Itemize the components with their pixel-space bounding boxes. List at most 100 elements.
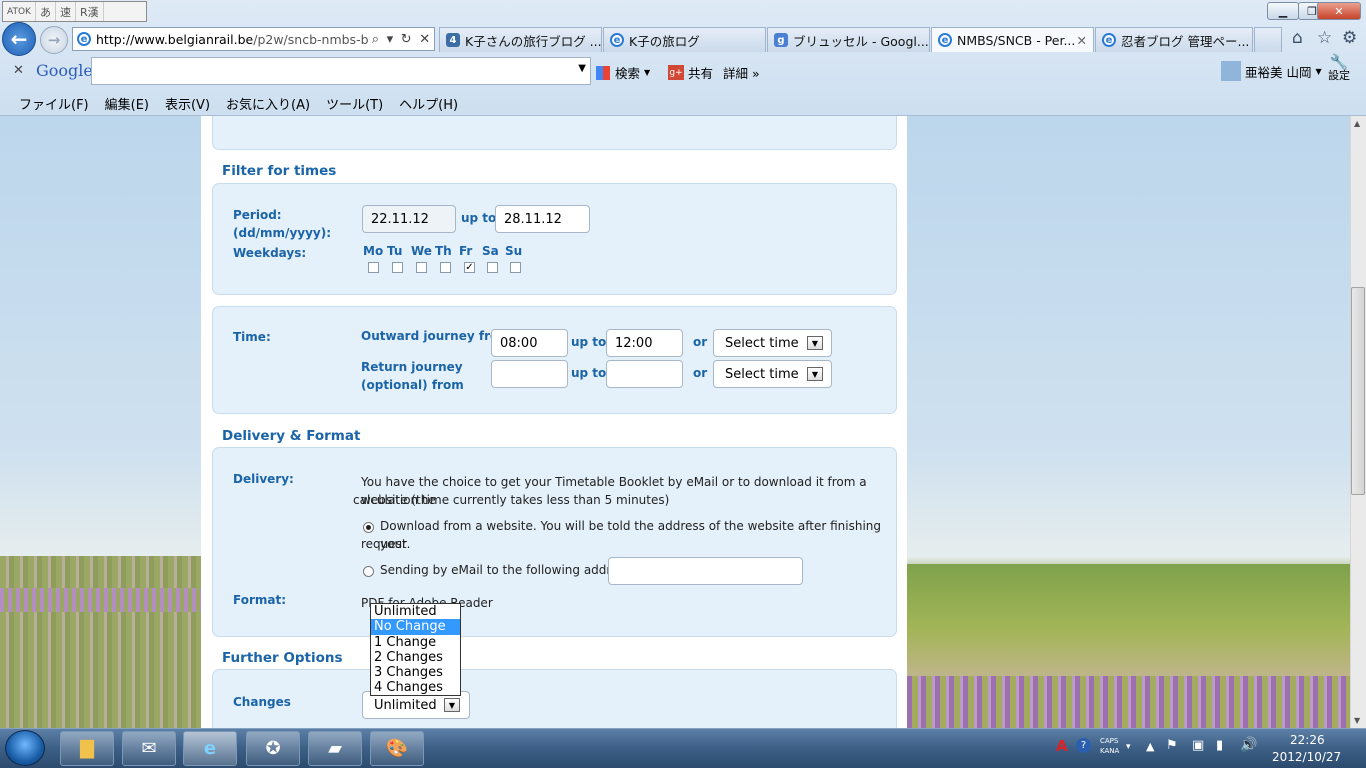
- menu-favorites[interactable]: お気に入り(A): [226, 94, 310, 113]
- email-radio[interactable]: [363, 566, 374, 577]
- forward-button[interactable]: →: [40, 26, 68, 54]
- changes-selected-value: Unlimited: [374, 697, 437, 713]
- menu-file[interactable]: ファイル(F): [19, 94, 89, 113]
- tab-2[interactable]: e K子の旅ログ: [603, 27, 766, 52]
- background-flowers-right: [907, 676, 1350, 728]
- taskbar-explorer[interactable]: ▇: [60, 731, 114, 766]
- dropdown-arrow-icon[interactable]: ▼: [444, 698, 460, 712]
- scroll-down-icon[interactable]: ▼: [1354, 716, 1360, 725]
- action-center-icon[interactable]: ⚑: [1166, 738, 1178, 753]
- weekday-checkbox-sa[interactable]: [487, 262, 498, 273]
- clock-date[interactable]: 2012/10/27: [1272, 750, 1341, 764]
- outward-select-time-dropdown[interactable]: Select time ▼: [713, 329, 832, 357]
- home-icon[interactable]: ⌂: [1292, 28, 1303, 48]
- close-tab-icon[interactable]: ✕: [1077, 33, 1087, 48]
- scrollbar-thumb[interactable]: [1351, 287, 1365, 495]
- tools-gear-icon[interactable]: ⚙: [1342, 28, 1357, 48]
- dropdown-arrow-icon[interactable]: ▼: [807, 367, 823, 381]
- ime-toolbar[interactable]: ATOK あ 速 R漢: [2, 1, 147, 22]
- select-time-label: Select time: [725, 366, 799, 382]
- ime-mode-hiragana[interactable]: あ: [36, 2, 56, 21]
- menu-help[interactable]: ヘルプ(H): [399, 94, 458, 113]
- taskbar-internet-explorer[interactable]: e: [183, 731, 237, 766]
- more-button[interactable]: 詳細 »: [723, 63, 760, 82]
- chevron-down-icon[interactable]: ▼: [578, 63, 586, 74]
- changes-option[interactable]: 3 Changes: [371, 665, 460, 680]
- favorites-star-icon[interactable]: ☆: [1317, 28, 1332, 48]
- email-input[interactable]: [608, 557, 803, 585]
- tab-4-active[interactable]: e NMBS/SNCB - Per... ✕: [931, 27, 1094, 52]
- settings-button[interactable]: 🔧 設定: [1328, 55, 1350, 83]
- refresh-icon[interactable]: ↻: [401, 32, 412, 47]
- stop-icon[interactable]: ✕: [419, 32, 430, 47]
- return-label-line2: (optional) from: [361, 378, 464, 392]
- arrow-right-icon: →: [47, 31, 61, 49]
- clock-time[interactable]: 22:26: [1290, 733, 1325, 747]
- filter-heading: Filter for times: [222, 163, 337, 179]
- dropdown-arrow-icon[interactable]: ▼: [807, 336, 823, 350]
- changes-option[interactable]: 4 Changes: [371, 680, 460, 695]
- changes-option[interactable]: 2 Changes: [371, 650, 460, 665]
- weekday-checkbox-mo[interactable]: [368, 262, 379, 273]
- close-window-button[interactable]: ✕: [1317, 2, 1361, 20]
- period-label: Period:: [233, 208, 282, 222]
- back-button[interactable]: ←: [2, 22, 36, 56]
- close-toolbar-icon[interactable]: ✕: [13, 63, 24, 78]
- show-hidden-icons[interactable]: ▲: [1146, 740, 1154, 753]
- return-to-input[interactable]: [606, 360, 683, 388]
- time-box: Time: Outward journey from 08:00 up to 1…: [212, 306, 897, 414]
- changes-option[interactable]: Unlimited: [371, 604, 460, 619]
- taskbar-paint[interactable]: 🎨: [370, 731, 424, 766]
- start-button[interactable]: [5, 730, 45, 766]
- changes-option[interactable]: 1 Change: [371, 635, 460, 650]
- minimize-button[interactable]: ▁: [1267, 2, 1299, 20]
- menu-tools[interactable]: ツール(T): [326, 94, 383, 113]
- user-account-button[interactable]: 亜裕美 山岡 ▼: [1221, 61, 1322, 81]
- network-signal-icon[interactable]: ▮: [1216, 738, 1223, 753]
- dropdown-icon[interactable]: ▾: [387, 32, 394, 47]
- adobe-icon[interactable]: A: [1056, 737, 1068, 755]
- taskbar-safari[interactable]: ✪: [246, 731, 300, 766]
- help-icon[interactable]: ?: [1076, 738, 1091, 753]
- outward-to-input[interactable]: 12:00: [606, 329, 683, 357]
- weekday-checkbox-tu[interactable]: [392, 262, 403, 273]
- volume-icon[interactable]: 🔊: [1240, 737, 1257, 753]
- weekday-checkbox-th[interactable]: [440, 262, 451, 273]
- google-search-input[interactable]: ▼: [91, 57, 591, 85]
- download-radio[interactable]: [363, 522, 374, 533]
- menu-view[interactable]: 表示(V): [165, 94, 210, 113]
- tab-1[interactable]: 4 K子さんの旅行ブログ ...: [439, 27, 602, 52]
- ime-mode-romaji[interactable]: R漢: [76, 2, 104, 21]
- changes-option[interactable]: No Change: [371, 619, 460, 635]
- weekday-checkbox-we[interactable]: [416, 262, 427, 273]
- further-options-heading: Further Options: [222, 650, 343, 666]
- taskbar-thunderbird[interactable]: ✉: [122, 731, 176, 766]
- outward-upto-label: up to: [571, 335, 607, 349]
- weekday-checkbox-fr[interactable]: ✓: [464, 262, 475, 273]
- google-plus-icon: g+: [668, 65, 684, 80]
- share-button[interactable]: g+ 共有: [668, 63, 713, 82]
- filter-box: Period: (dd/mm/yyyy): 22.11.12 up to 28.…: [212, 183, 897, 295]
- search-icon[interactable]: ⌕: [372, 32, 379, 47]
- weekdays-label: Weekdays:: [233, 246, 307, 260]
- notepad-icon: ▰: [328, 738, 342, 759]
- tab-5[interactable]: e 忍者ブログ 管理ペー...: [1095, 27, 1253, 52]
- period-to-input[interactable]: 28.11.12: [495, 205, 590, 233]
- page-viewport: Filter for times Period: (dd/mm/yyyy): 2…: [0, 116, 1350, 728]
- taskbar-notes[interactable]: ▰: [308, 731, 362, 766]
- google-search-button[interactable]: 検索 ▼: [596, 63, 650, 82]
- menu-edit[interactable]: 編集(E): [105, 94, 149, 113]
- return-from-input[interactable]: [491, 360, 568, 388]
- ime-mode-speed[interactable]: 速: [56, 2, 76, 21]
- device-icon[interactable]: ▣: [1192, 738, 1204, 753]
- weekday-checkbox-su[interactable]: [510, 262, 521, 273]
- time-label: Time:: [233, 330, 271, 344]
- ime-options-icon[interactable]: ▾: [1126, 742, 1131, 752]
- outward-from-input[interactable]: 08:00: [491, 329, 568, 357]
- google-logo: Google: [36, 61, 93, 80]
- return-select-time-dropdown[interactable]: Select time ▼: [713, 360, 832, 388]
- period-from-input[interactable]: 22.11.12: [362, 205, 456, 233]
- tab-3[interactable]: g ブリュッセル - Googl...: [767, 27, 930, 52]
- new-tab-button[interactable]: [1254, 27, 1282, 52]
- scroll-up-icon[interactable]: ▲: [1354, 119, 1360, 128]
